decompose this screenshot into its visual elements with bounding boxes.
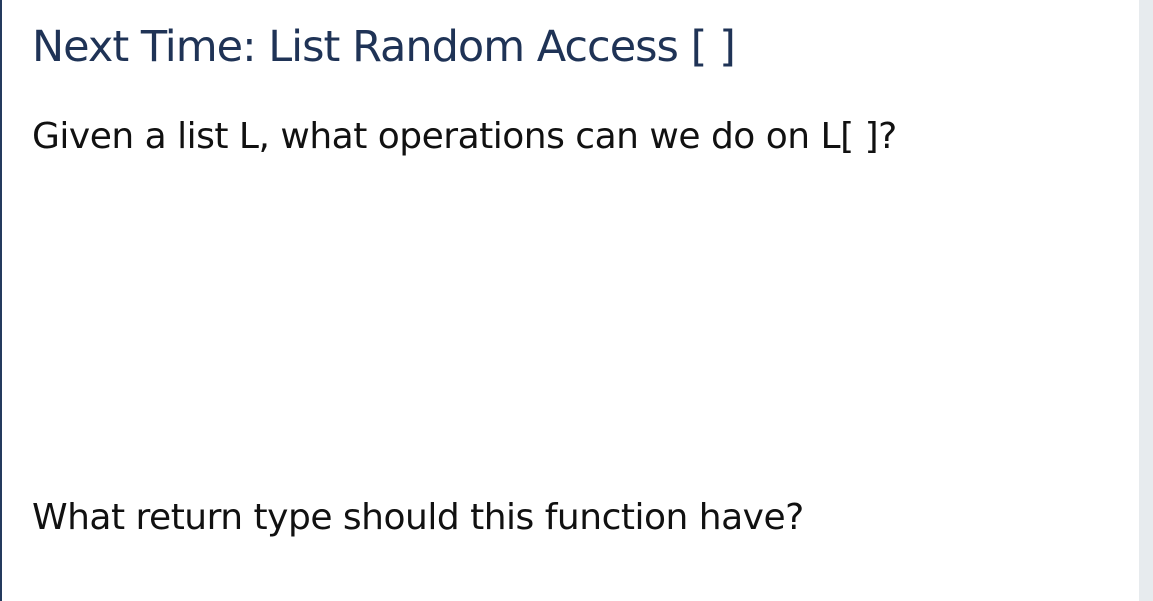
slide-title: Next Time: List Random Access [ ] (32, 22, 736, 72)
slide: Next Time: List Random Access [ ] Given … (0, 0, 1153, 601)
slide-left-border (0, 0, 2, 601)
question-return-type: What return type should this function ha… (32, 497, 804, 538)
window-edge-strip (1139, 0, 1153, 601)
question-operations: Given a list L, what operations can we d… (32, 116, 897, 157)
